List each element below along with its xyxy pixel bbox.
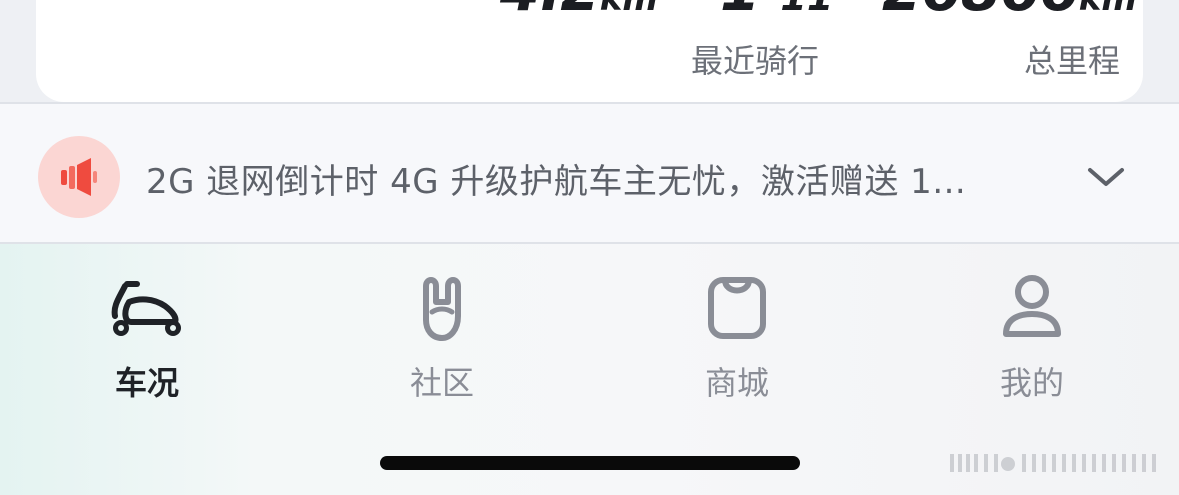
recent-ride-label: 最近骑行 [691,42,820,80]
tab-car-status[interactable]: 车况 [67,272,227,412]
scooter-icon [111,281,181,336]
chevron-down-icon[interactable] [1086,162,1126,192]
rock-hand-icon [423,277,461,341]
notice-text: 2G 退网倒计时 4G 升级护航车主无忧，激活赠送 1... [146,162,967,202]
watermark-icon [950,454,1156,472]
total-value: 26866 [882,0,1080,24]
tab-shop-label: 商城 [704,364,769,402]
tab-mine[interactable]: 我的 [952,272,1112,412]
home-indicator[interactable] [380,456,800,470]
notice-banner[interactable]: 2G 退网倒计时 4G 升级护航车主无忧，激活赠送 1... [0,102,1179,244]
shopping-bag-icon [708,277,766,339]
total-mileage-label: 总里程 [1024,42,1121,80]
tab-mine-label: 我的 [999,364,1064,402]
duration-minutes: 1’ [720,0,781,24]
bottom-tab-bar: 车况 社区 商城 我的 [0,244,1179,495]
ride-stats-card: 4.2km 1’11” 26866km 最近骑行 总里程 [36,0,1143,102]
tab-shop[interactable]: 商城 [657,272,817,412]
total-mileage: 26866km [882,0,1137,24]
speaker-icon [38,136,120,218]
distance-unit: km [600,0,658,19]
distance-value: 4.2 [500,0,601,24]
duration-seconds: 11” [780,0,857,19]
recent-ride-duration: 1’11” [720,0,858,24]
total-unit: km [1079,0,1137,19]
user-icon [1003,275,1061,337]
tab-community[interactable]: 社区 [362,272,522,412]
tab-car-status-label: 车况 [114,364,179,402]
recent-ride-distance: 4.2km [500,0,658,24]
tab-community-label: 社区 [409,364,474,402]
